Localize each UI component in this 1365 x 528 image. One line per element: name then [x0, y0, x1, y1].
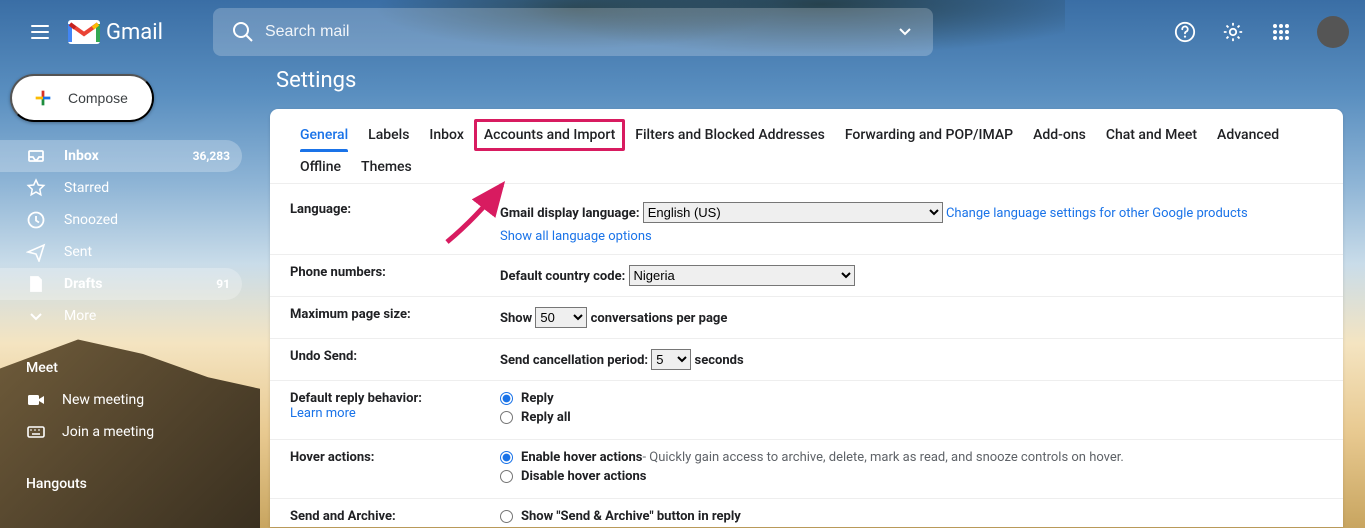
row-label: Undo Send: [290, 349, 500, 370]
keyb-icon [26, 422, 46, 442]
tab-add-ons[interactable]: Add-ons [1023, 119, 1096, 151]
apps-grid-icon [1272, 23, 1290, 41]
product-name: Gmail [106, 20, 163, 45]
primary-nav: Inbox36,283 Starred Snoozed Sent Drafts91 Mor… [0, 140, 256, 332]
meet-label: New meeting [62, 392, 144, 408]
row-send-archive: Send and Archive: Show "Send & Archive" … [270, 499, 1343, 527]
tab-filters-and-blocked-addresses[interactable]: Filters and Blocked Addresses [625, 119, 835, 151]
clock-icon [26, 210, 46, 230]
hamburger-icon [31, 25, 49, 39]
undo-seconds-select[interactable]: 5 [651, 349, 691, 370]
main-content: Settings GeneralLabelsInboxAccounts and … [270, 64, 1343, 528]
nav-label: Drafts [64, 276, 216, 292]
gmail-logo[interactable]: Gmail [68, 20, 163, 45]
show-label: Show [500, 311, 532, 326]
meet-section-header: Meet [0, 360, 256, 376]
file-icon [26, 274, 46, 294]
nav-label: Sent [64, 244, 230, 260]
meet-label: Join a meeting [62, 424, 154, 440]
row-undo: Undo Send: Send cancellation period: 5 s… [270, 339, 1343, 381]
settings-body: Language: Gmail display language: Englis… [270, 184, 1343, 527]
tab-chat-and-meet[interactable]: Chat and Meet [1096, 119, 1207, 151]
show-all-lang-link[interactable]: Show all language options [500, 229, 652, 244]
compose-label: Compose [68, 90, 128, 106]
row-hover: Hover actions: Enable hover actions - Qu… [270, 440, 1343, 499]
settings-tabs: GeneralLabelsInboxAccounts and ImportFil… [270, 109, 1343, 184]
row-label: Language: [290, 202, 500, 244]
sidebar-item-drafts[interactable]: Drafts91 [0, 268, 242, 300]
sidebar-item-starred[interactable]: Starred [0, 172, 242, 204]
settings-panel: GeneralLabelsInboxAccounts and ImportFil… [270, 109, 1343, 527]
row-pagesize: Maximum page size: Show 50 conversations… [270, 297, 1343, 339]
row-label: Default reply behavior: [290, 391, 422, 406]
main-menu-button[interactable] [16, 8, 64, 56]
search-icon [231, 20, 255, 44]
send-icon [26, 242, 46, 262]
nav-label: Inbox [64, 148, 193, 164]
sidebar-item-inbox[interactable]: Inbox36,283 [0, 140, 242, 172]
country-code-label: Default country code: [500, 269, 625, 284]
inbox-icon [26, 146, 46, 166]
help-icon [1174, 21, 1196, 43]
row-label: Hover actions: [290, 450, 500, 488]
cam-icon [26, 390, 46, 410]
star-icon [26, 178, 46, 198]
radio-hover-disable[interactable]: Disable hover actions [500, 469, 1323, 484]
search-input[interactable] [265, 23, 885, 41]
country-code-select[interactable]: Nigeria [629, 265, 855, 286]
language-select[interactable]: English (US) [643, 202, 943, 223]
radio-hover-enable[interactable]: Enable hover actions - Quickly gain acce… [500, 450, 1323, 465]
tab-forwarding-and-pop-imap[interactable]: Forwarding and POP/IMAP [835, 119, 1023, 151]
undo-prefix: Send cancellation period: [500, 353, 648, 368]
radio-reply-all[interactable]: Reply all [500, 410, 1323, 425]
row-label: Send and Archive: [290, 509, 500, 527]
apps-button[interactable] [1261, 12, 1301, 52]
account-avatar[interactable] [1317, 16, 1349, 48]
sidebar-item-more[interactable]: More [0, 300, 242, 332]
hangouts-section-header: Hangouts [0, 476, 256, 492]
undo-suffix: seconds [695, 353, 744, 368]
change-lang-link[interactable]: Change language settings for other Googl… [946, 206, 1248, 221]
sidebar-item-sent[interactable]: Sent [0, 236, 242, 268]
pagesize-select[interactable]: 50 [535, 307, 587, 328]
meet-item-join-a-meeting[interactable]: Join a meeting [0, 416, 256, 448]
radio-reply[interactable]: Reply [500, 391, 1323, 406]
nav-label: More [64, 308, 230, 324]
learn-more-link[interactable]: Learn more [290, 406, 356, 421]
settings-button[interactable] [1213, 12, 1253, 52]
nav-count: 36,283 [193, 149, 230, 163]
gear-icon [1222, 21, 1244, 43]
compose-button[interactable]: Compose [10, 74, 154, 122]
tab-advanced[interactable]: Advanced [1207, 119, 1289, 151]
gmail-m-icon [68, 20, 100, 44]
search-options-button[interactable] [893, 20, 917, 44]
app-header: Gmail [0, 0, 1365, 64]
plus-icon [32, 87, 54, 109]
display-lang-label: Gmail display language: [500, 206, 639, 221]
search-bar[interactable] [213, 8, 933, 56]
row-label: Maximum page size: [290, 307, 500, 328]
nav-label: Snoozed [64, 212, 230, 228]
sidebar: Compose Inbox36,283 Starred Snoozed Sent Dra… [0, 64, 256, 528]
page-title: Settings [276, 68, 1343, 93]
row-language: Language: Gmail display language: Englis… [270, 192, 1343, 255]
tab-general[interactable]: General [290, 119, 358, 151]
radio-send-archive[interactable]: Show "Send & Archive" button in reply [500, 509, 1323, 524]
tab-accounts-and-import[interactable]: Accounts and Import [474, 119, 625, 151]
sidebar-item-snoozed[interactable]: Snoozed [0, 204, 242, 236]
tab-themes[interactable]: Themes [351, 151, 422, 183]
tab-labels[interactable]: Labels [358, 119, 419, 151]
row-phone: Phone numbers: Default country code: Nig… [270, 255, 1343, 297]
chev-icon [26, 306, 46, 326]
caret-down-icon [899, 28, 911, 36]
row-label: Phone numbers: [290, 265, 500, 286]
tab-inbox[interactable]: Inbox [419, 119, 473, 151]
support-button[interactable] [1165, 12, 1205, 52]
meet-item-new-meeting[interactable]: New meeting [0, 384, 256, 416]
row-reply-behavior: Default reply behavior: Learn more Reply… [270, 381, 1343, 440]
tab-offline[interactable]: Offline [290, 151, 351, 183]
pagesize-suffix: conversations per page [591, 311, 728, 326]
nav-label: Starred [64, 180, 230, 196]
nav-count: 91 [216, 277, 230, 291]
